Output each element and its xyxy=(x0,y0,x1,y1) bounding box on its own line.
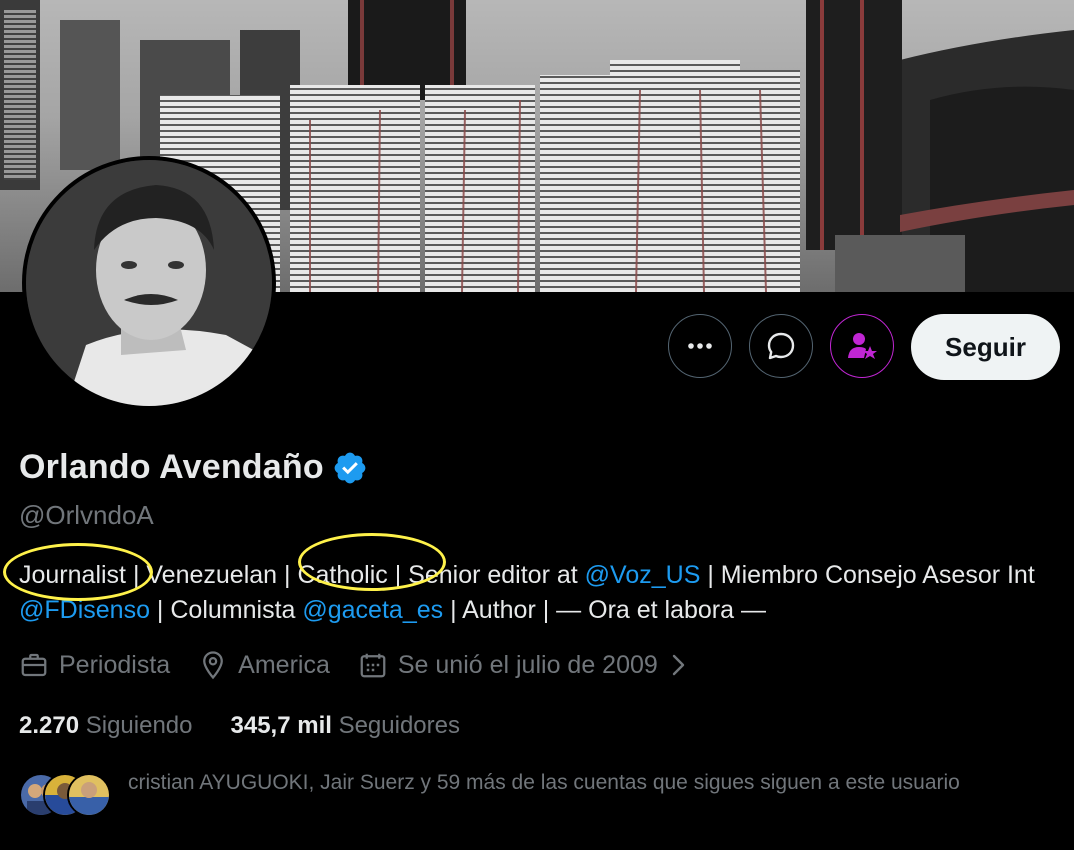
bio-text: | Columnista xyxy=(149,596,303,624)
avatar-photo-image xyxy=(26,160,272,406)
mention-link[interactable]: @FDisenso xyxy=(19,596,150,624)
profile-handle: @OrlvndoA xyxy=(19,500,154,530)
following-stat[interactable]: 2.270 Siguiendo xyxy=(19,712,193,740)
profile-avatar[interactable] xyxy=(22,156,276,410)
mention-link[interactable]: @Voz_US xyxy=(585,561,701,589)
follow-stats: 2.270 Siguiendo 345,7 mil Seguidores xyxy=(19,712,498,740)
known-followers-avatars[interactable] xyxy=(19,773,111,817)
known-follower-avatar xyxy=(67,773,111,817)
verified-badge-icon[interactable] xyxy=(332,450,368,486)
followers-stat[interactable]: 345,7 mil Seguidores xyxy=(231,712,461,740)
known-followers-text[interactable]: cristian AYUGUOKI, Jair Suerz y 59 más d… xyxy=(128,768,1028,797)
bio-text: Catholic xyxy=(297,561,388,589)
message-button[interactable] xyxy=(749,314,813,378)
followers-label: Seguidores xyxy=(338,712,460,739)
more-options-button[interactable] xyxy=(668,314,732,378)
chevron-right-icon xyxy=(672,654,684,676)
meta-location-label: America xyxy=(238,650,330,679)
following-label: Siguiendo xyxy=(85,712,193,739)
mention-link[interactable]: @gaceta_es xyxy=(302,596,443,624)
meta-joined-label: Se unió el julio de 2009 xyxy=(397,650,658,679)
meta-location: America xyxy=(198,650,330,680)
bio-text: | xyxy=(277,561,298,589)
bio-text: Journalist xyxy=(19,561,126,589)
briefcase-icon xyxy=(21,653,47,677)
bio-text: | Senior editor at xyxy=(387,561,585,589)
meta-profession: Periodista xyxy=(19,650,170,680)
person-star-icon xyxy=(848,333,877,359)
meta-profession-label: Periodista xyxy=(59,650,171,679)
profile-name-row: Orlando Avendaño xyxy=(19,448,368,487)
bio-text: | Miembro Consejo Asesor Int xyxy=(700,561,1035,589)
meta-joined[interactable]: Se unió el julio de 2009 xyxy=(358,650,690,680)
more-horizontal-icon xyxy=(688,343,712,349)
message-bubble-icon xyxy=(767,332,795,360)
location-pin-icon xyxy=(203,651,224,680)
bio-text: | Venezuelan xyxy=(126,561,278,589)
display-name: Orlando Avendaño xyxy=(19,448,324,486)
bio-text: | Author | — Ora et labora — xyxy=(443,596,766,624)
profile-bio: Journalist | Venezuelan | Catholic | Sen… xyxy=(19,558,1059,628)
subscribe-button[interactable] xyxy=(830,314,894,378)
profile-meta-row: Periodista America Se unió el julio de 2… xyxy=(19,650,718,680)
following-count: 2.270 xyxy=(19,712,80,739)
followers-count: 345,7 mil xyxy=(230,712,332,739)
follow-button[interactable]: Seguir xyxy=(911,314,1060,380)
calendar-icon xyxy=(360,653,386,678)
